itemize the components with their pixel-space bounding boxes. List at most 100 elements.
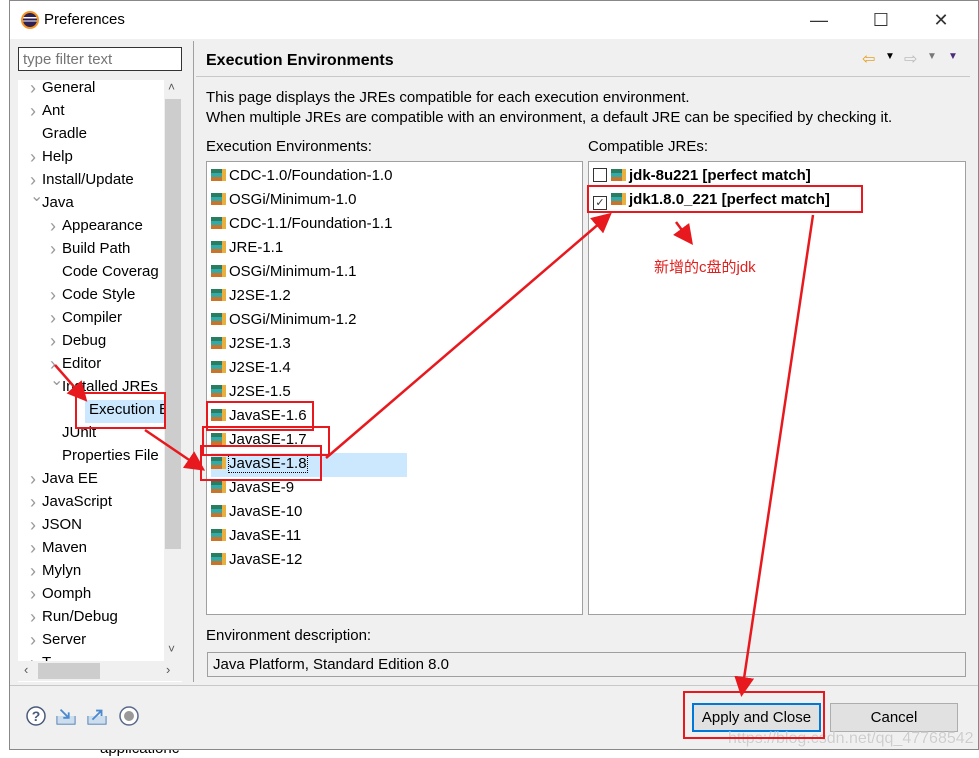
environment-label: JavaSE-11	[229, 527, 302, 544]
environment-label: J2SE-1.3	[229, 335, 291, 352]
tree-item-label: Mylyn	[42, 562, 82, 579]
apply-and-close-button[interactable]: Apply and Close	[692, 703, 821, 732]
chevron-right-icon[interactable]: ›	[50, 308, 56, 328]
import-icon[interactable]	[56, 706, 76, 726]
chevron-right-icon[interactable]: ›	[50, 331, 56, 351]
back-menu-icon[interactable]: ▼	[885, 51, 895, 62]
preferences-tree: › General › Ant Gradle › Help › Install/Update ⌄ J…	[18, 80, 182, 682]
chevron-right-icon[interactable]: ›	[30, 630, 36, 650]
scroll-left-icon[interactable]: ‹	[24, 662, 28, 677]
environment-label: JavaSE-12	[229, 551, 303, 568]
horizontal-scroll-thumb[interactable]	[38, 663, 100, 679]
cancel-button[interactable]: Cancel	[830, 703, 958, 732]
environment-item[interactable]: CDC-1.1/Foundation-1.1	[211, 213, 392, 237]
chevron-right-icon[interactable]: ›	[30, 147, 36, 167]
tree-item[interactable]: Execution E	[85, 400, 175, 423]
chevron-right-icon[interactable]: ›	[30, 492, 36, 512]
jre-library-icon	[211, 289, 226, 301]
jre-library-icon	[211, 457, 226, 469]
environment-item[interactable]: J2SE-1.3	[211, 333, 291, 357]
environment-label: OSGi/Minimum-1.0	[229, 191, 357, 208]
environment-item[interactable]: OSGi/Minimum-1.1	[211, 261, 357, 285]
chevron-right-icon[interactable]: ›	[30, 538, 36, 558]
jre-item[interactable]: jdk-8u221 [perfect match]	[593, 165, 811, 189]
jre-library-icon	[211, 505, 226, 517]
chevron-right-icon[interactable]: ›	[30, 101, 36, 121]
chevron-right-icon[interactable]: ›	[30, 515, 36, 535]
jre-library-icon	[211, 385, 226, 397]
environment-label: J2SE-1.2	[229, 287, 291, 304]
jre-library-icon	[211, 193, 226, 205]
environment-description-field[interactable]: Java Platform, Standard Edition 8.0	[207, 652, 966, 677]
environments-list[interactable]: CDC-1.0/Foundation-1.0 OSGi/Minimum-1.0 CD…	[206, 161, 583, 615]
environment-label: CDC-1.0/Foundation-1.0	[229, 167, 393, 184]
tree-item-label: JUnit	[62, 424, 97, 441]
chevron-right-icon[interactable]: ›	[50, 285, 56, 305]
environment-item[interactable]: JavaSE-1.7	[211, 429, 307, 453]
jre-checkbox[interactable]: ✓	[593, 196, 607, 210]
tree-item-label: Gradle	[42, 125, 88, 142]
environment-item[interactable]: OSGi/Minimum-1.0	[211, 189, 357, 213]
minimize-button[interactable]: —	[796, 5, 842, 35]
jre-library-icon	[211, 409, 226, 421]
chevron-right-icon[interactable]: ›	[50, 216, 56, 236]
environment-item[interactable]: JavaSE-11	[211, 525, 301, 549]
environment-item[interactable]: JRE-1.1	[211, 237, 283, 261]
compatible-jres-label: Compatible JREs:	[588, 138, 709, 155]
chevron-right-icon[interactable]: ›	[50, 239, 56, 259]
chevron-right-icon[interactable]: ›	[30, 469, 36, 489]
jre-library-icon	[211, 241, 226, 253]
tree-item-label: JSON	[42, 516, 83, 533]
environment-item[interactable]: JavaSE-12	[211, 549, 302, 573]
maximize-button[interactable]: ☐	[858, 5, 904, 35]
help-icon[interactable]: ?	[26, 706, 46, 726]
environment-label: JRE-1.1	[229, 239, 284, 256]
sash-divider[interactable]	[193, 41, 194, 682]
vertical-scroll-thumb[interactable]	[165, 99, 181, 549]
environment-item[interactable]: J2SE-1.4	[211, 357, 291, 381]
forward-arrow-icon[interactable]: ⇨	[904, 49, 917, 69]
view-menu-icon[interactable]: ▼	[948, 51, 958, 62]
environment-item[interactable]: OSGi/Minimum-1.2	[211, 309, 357, 333]
scroll-down-icon[interactable]: ˅	[168, 642, 175, 656]
compatible-jres-list[interactable]: jdk-8u221 [perfect match] ✓ jdk1.8.0_221 […	[588, 161, 966, 615]
record-icon[interactable]	[119, 706, 139, 726]
close-button[interactable]: ✕	[918, 5, 964, 35]
chevron-right-icon[interactable]: ›	[30, 584, 36, 604]
jre-library-icon	[211, 529, 226, 541]
environment-item[interactable]: J2SE-1.5	[211, 381, 291, 405]
tree-item-label: Properties File	[62, 447, 159, 464]
tree-item-label: Java	[42, 194, 74, 211]
chevron-right-icon[interactable]: ›	[30, 607, 36, 627]
environment-label: OSGi/Minimum-1.2	[229, 311, 357, 328]
scroll-up-icon[interactable]: ˄	[168, 80, 175, 94]
environment-item[interactable]: JavaSE-9	[211, 477, 294, 501]
forward-menu-icon[interactable]: ▼	[927, 51, 937, 62]
back-arrow-icon[interactable]: ⇦	[862, 49, 875, 69]
environment-label: JavaSE-1.8	[228, 454, 308, 473]
jre-library-icon	[211, 553, 226, 565]
jre-label: jdk-8u221 [perfect match]	[629, 167, 811, 184]
jre-checkbox[interactable]	[593, 168, 607, 182]
environment-item[interactable]: JavaSE-1.8	[211, 453, 407, 477]
chevron-right-icon[interactable]: ›	[30, 80, 36, 98]
tree-item-label: Code Style	[62, 286, 136, 303]
environment-label: JavaSE-9	[229, 479, 295, 496]
filter-input[interactable]	[18, 47, 182, 71]
chevron-right-icon[interactable]: ›	[30, 561, 36, 581]
environment-item[interactable]: JavaSE-1.6	[211, 405, 307, 429]
export-icon[interactable]	[87, 706, 107, 726]
tree-item-label: General	[42, 80, 96, 96]
environment-label: JavaSE-10	[229, 503, 303, 520]
jre-library-icon	[211, 313, 226, 325]
scroll-right-icon[interactable]: ›	[166, 662, 170, 677]
tree-item-label: Build Path	[62, 240, 131, 257]
environment-item[interactable]: JavaSE-10	[211, 501, 302, 525]
environment-item[interactable]: J2SE-1.2	[211, 285, 291, 309]
tree-item-label: Execution E	[89, 401, 170, 418]
title-bar: Preferences — ☐ ✕	[10, 1, 978, 39]
environment-item[interactable]: CDC-1.0/Foundation-1.0	[211, 165, 392, 189]
jre-item[interactable]: ✓ jdk1.8.0_221 [perfect match]	[593, 189, 830, 213]
page-title: Execution Environments	[206, 52, 394, 69]
tree-item-label: Debug	[62, 332, 107, 349]
